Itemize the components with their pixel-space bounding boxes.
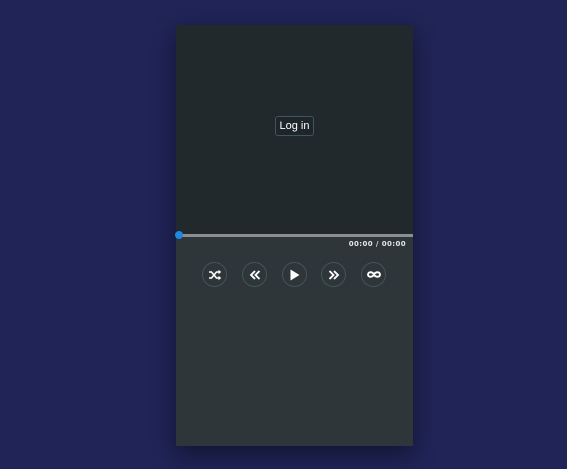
double-chevron-right-icon (328, 269, 339, 280)
time-display: 00:00 / 00:00 (349, 240, 406, 248)
login-button[interactable]: Log in (275, 116, 314, 136)
progress-handle[interactable] (175, 231, 183, 239)
playback-controls (176, 262, 413, 289)
album-art-area: Log in (176, 25, 413, 235)
music-player: Log in 00:00 / 00:00 (175, 25, 413, 446)
current-time: 00:00 (348, 240, 374, 248)
time-separator: / (373, 240, 382, 248)
shuffle-button[interactable] (202, 262, 227, 287)
play-button[interactable] (282, 262, 307, 287)
play-icon (290, 269, 300, 280)
shuffle-icon (208, 269, 221, 280)
progress-bar[interactable] (176, 234, 413, 237)
next-button[interactable] (321, 262, 346, 287)
repeat-button[interactable] (361, 262, 386, 287)
double-chevron-left-icon (249, 269, 260, 280)
previous-button[interactable] (242, 262, 267, 287)
total-time: 00:00 (381, 240, 406, 248)
infinity-icon (366, 271, 381, 278)
